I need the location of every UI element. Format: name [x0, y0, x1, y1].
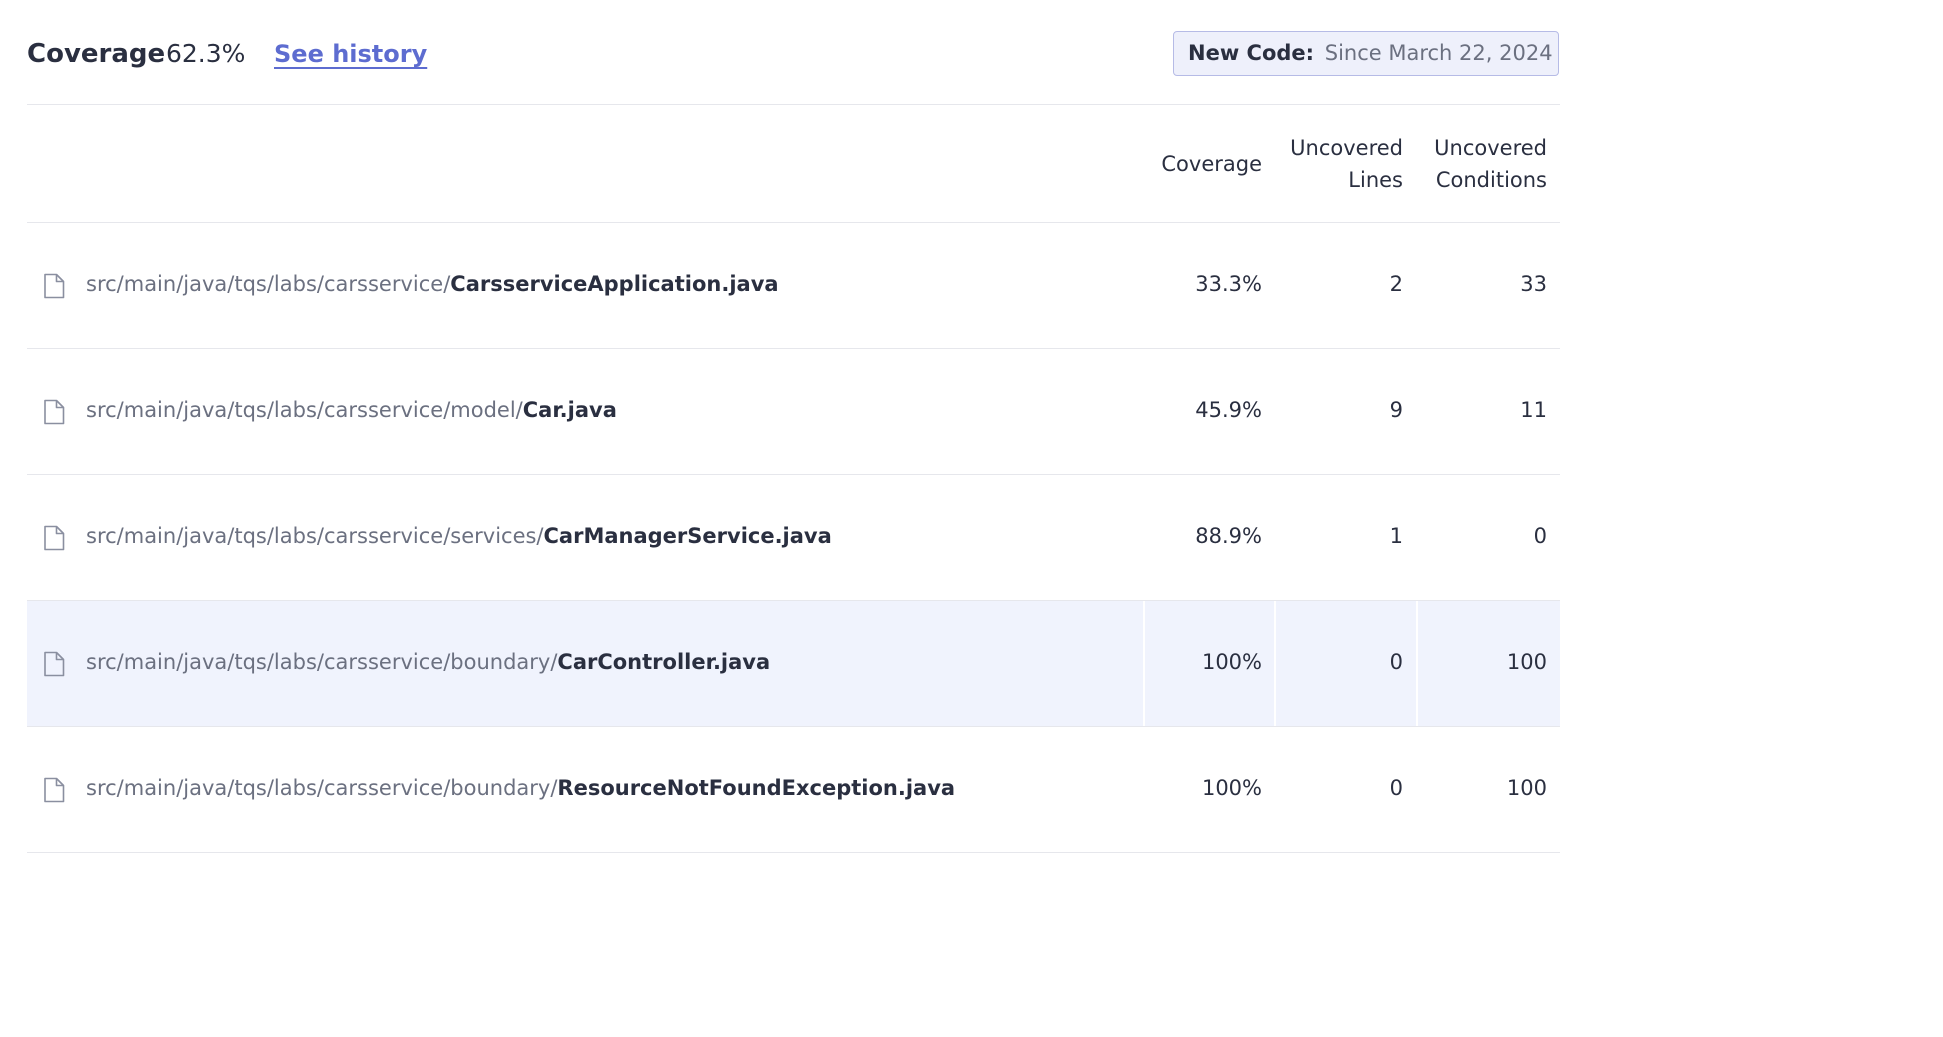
coverage-value: 45.9% — [1195, 398, 1262, 422]
column-separator — [1274, 475, 1276, 600]
column-separator — [1143, 349, 1145, 474]
file-directory: src/main/java/tqs/labs/carsservice/ — [86, 272, 451, 296]
uncovered-conditions-value: 100 — [1506, 776, 1547, 800]
column-header-uncovered-lines[interactable]: Uncovered Lines — [1290, 132, 1403, 196]
new-code-badge: New Code: Since March 22, 2024 — [1173, 31, 1559, 76]
column-separator — [1416, 601, 1418, 726]
file-directory: src/main/java/tqs/labs/carsservice/bound… — [86, 650, 558, 674]
file-icon — [44, 525, 65, 551]
uncovered-conditions-value: 11 — [1520, 398, 1547, 422]
coverage-value: 100% — [1201, 650, 1262, 674]
column-separator — [1143, 223, 1145, 348]
metric-value: 62.3% — [166, 39, 246, 68]
column-separator — [1416, 223, 1418, 348]
column-separator — [1416, 475, 1418, 600]
uncovered-lines-value: 1 — [1389, 524, 1403, 548]
column-header-uncovered-conditions[interactable]: Uncovered Conditions — [1434, 132, 1547, 196]
column-separator — [1274, 727, 1276, 852]
file-name-link[interactable]: CarManagerService.java — [544, 524, 832, 548]
column-separator — [1143, 475, 1145, 600]
file-name-link[interactable]: CarsserviceApplication.java — [450, 272, 778, 296]
table-body: src/main/java/tqs/labs/carsservice/Carss… — [27, 223, 1560, 853]
file-icon — [44, 273, 65, 299]
files-table: Coverage Uncovered Lines Uncovered Condi… — [27, 105, 1560, 853]
uncovered-lines-value: 0 — [1389, 776, 1403, 800]
column-separator — [1143, 727, 1145, 852]
file-name-link[interactable]: CarController.java — [557, 650, 770, 674]
table-header: Coverage Uncovered Lines Uncovered Condi… — [27, 105, 1560, 223]
uncovered-conditions-value: 100 — [1506, 650, 1547, 674]
table-row[interactable]: src/main/java/tqs/labs/carsservice/Carss… — [27, 223, 1560, 349]
table-row[interactable]: src/main/java/tqs/labs/carsservice/servi… — [27, 475, 1560, 601]
uncovered-lines-value: 9 — [1389, 398, 1403, 422]
coverage-page: Coverage 62.3% See history New Code: Sin… — [0, 0, 1943, 1037]
new-code-value: Since March 22, 2024 — [1324, 41, 1553, 65]
file-directory: src/main/java/tqs/labs/carsservice/model… — [86, 398, 523, 422]
column-separator — [1274, 223, 1276, 348]
table-row[interactable]: src/main/java/tqs/labs/carsservice/bound… — [27, 727, 1560, 853]
metric-title: Coverage — [27, 39, 166, 69]
coverage-value: 88.9% — [1195, 524, 1262, 548]
file-directory: src/main/java/tqs/labs/carsservice/bound… — [86, 776, 558, 800]
file-path: src/main/java/tqs/labs/carsservice/Carss… — [86, 268, 779, 300]
column-separator — [1274, 601, 1276, 726]
uncovered-lines-value: 2 — [1389, 272, 1403, 296]
see-history-link[interactable]: See history — [274, 35, 427, 73]
file-path: src/main/java/tqs/labs/carsservice/bound… — [86, 772, 955, 804]
column-separator — [1416, 349, 1418, 474]
uncovered-conditions-value: 0 — [1533, 524, 1547, 548]
column-separator — [1143, 601, 1145, 726]
column-separator — [1416, 727, 1418, 852]
file-directory: src/main/java/tqs/labs/carsservice/servi… — [86, 524, 544, 548]
table-row[interactable]: src/main/java/tqs/labs/carsservice/bound… — [27, 601, 1560, 727]
file-icon — [44, 777, 65, 803]
new-code-label: New Code: — [1188, 41, 1315, 65]
file-path: src/main/java/tqs/labs/carsservice/model… — [86, 394, 617, 426]
coverage-value: 33.3% — [1195, 272, 1262, 296]
column-separator — [1274, 349, 1276, 474]
file-path: src/main/java/tqs/labs/carsservice/servi… — [86, 520, 832, 552]
file-name-link[interactable]: ResourceNotFoundException.java — [557, 776, 955, 800]
file-icon — [44, 651, 65, 677]
table-row[interactable]: src/main/java/tqs/labs/carsservice/model… — [27, 349, 1560, 475]
uncovered-conditions-value: 33 — [1520, 272, 1547, 296]
uncovered-lines-value: 0 — [1389, 650, 1403, 674]
column-header-coverage[interactable]: Coverage — [1161, 148, 1262, 180]
file-path: src/main/java/tqs/labs/carsservice/bound… — [86, 646, 770, 678]
file-name-link[interactable]: Car.java — [523, 398, 617, 422]
file-icon — [44, 399, 65, 425]
measures-header: Coverage 62.3% See history New Code: Sin… — [0, 0, 1943, 106]
coverage-value: 100% — [1201, 776, 1262, 800]
